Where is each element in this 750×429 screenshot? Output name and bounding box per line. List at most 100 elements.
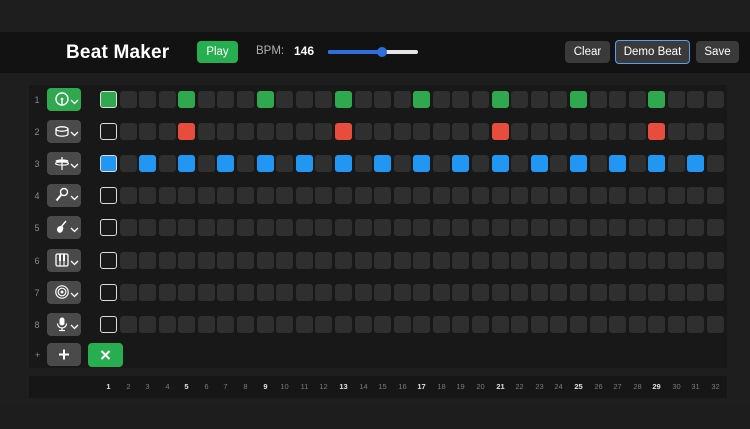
step-cell[interactable] — [472, 155, 489, 172]
step-cell[interactable] — [668, 284, 685, 301]
step-cell[interactable] — [100, 123, 117, 140]
step-cell[interactable] — [394, 219, 411, 236]
step-cell[interactable] — [120, 219, 137, 236]
step-cell[interactable] — [668, 155, 685, 172]
step-cell[interactable] — [472, 187, 489, 204]
step-cell[interactable] — [217, 123, 234, 140]
step-cell[interactable] — [531, 316, 548, 333]
step-cell[interactable] — [315, 252, 332, 269]
step-cell[interactable] — [707, 155, 724, 172]
step-cell[interactable] — [531, 123, 548, 140]
step-cell[interactable] — [355, 91, 372, 108]
step-cell[interactable] — [492, 123, 509, 140]
step-cell[interactable] — [296, 252, 313, 269]
step-cell[interactable] — [335, 187, 352, 204]
step-cell[interactable] — [433, 284, 450, 301]
step-cell[interactable] — [178, 91, 195, 108]
step-cell[interactable] — [178, 316, 195, 333]
step-cell[interactable] — [257, 284, 274, 301]
step-cell[interactable] — [452, 187, 469, 204]
step-cell[interactable] — [355, 252, 372, 269]
step-cell[interactable] — [159, 284, 176, 301]
step-cell[interactable] — [413, 219, 430, 236]
instrument-select-2[interactable] — [47, 120, 81, 143]
step-cell[interactable] — [335, 316, 352, 333]
step-cell[interactable] — [159, 91, 176, 108]
step-cell[interactable] — [433, 155, 450, 172]
instrument-select-7[interactable] — [47, 281, 81, 304]
instrument-select-1[interactable] — [47, 88, 81, 111]
step-cell[interactable] — [276, 123, 293, 140]
step-cell[interactable] — [198, 187, 215, 204]
step-cell[interactable] — [198, 155, 215, 172]
step-cell[interactable] — [355, 155, 372, 172]
step-cell[interactable] — [413, 91, 430, 108]
step-cell[interactable] — [237, 91, 254, 108]
step-cell[interactable] — [629, 219, 646, 236]
step-cell[interactable] — [335, 155, 352, 172]
step-cell[interactable] — [355, 219, 372, 236]
step-cell[interactable] — [452, 252, 469, 269]
step-cell[interactable] — [139, 155, 156, 172]
step-cell[interactable] — [237, 155, 254, 172]
step-cell[interactable] — [296, 187, 313, 204]
step-cell[interactable] — [433, 252, 450, 269]
step-cell[interactable] — [100, 284, 117, 301]
step-cell[interactable] — [178, 123, 195, 140]
step-cell[interactable] — [472, 219, 489, 236]
step-cell[interactable] — [257, 123, 274, 140]
step-cell[interactable] — [687, 316, 704, 333]
step-cell[interactable] — [276, 155, 293, 172]
step-cell[interactable] — [315, 187, 332, 204]
step-cell[interactable] — [374, 187, 391, 204]
step-cell[interactable] — [374, 155, 391, 172]
step-cell[interactable] — [707, 252, 724, 269]
step-cell[interactable] — [276, 187, 293, 204]
step-cell[interactable] — [570, 187, 587, 204]
step-cell[interactable] — [315, 316, 332, 333]
instrument-select-3[interactable] — [47, 152, 81, 175]
step-cell[interactable] — [511, 155, 528, 172]
step-cell[interactable] — [452, 123, 469, 140]
step-cell[interactable] — [374, 219, 391, 236]
step-cell[interactable] — [570, 219, 587, 236]
step-cell[interactable] — [257, 187, 274, 204]
step-cell[interactable] — [492, 284, 509, 301]
step-cell[interactable] — [609, 155, 626, 172]
step-cell[interactable] — [629, 91, 646, 108]
step-cell[interactable] — [492, 252, 509, 269]
step-cell[interactable] — [668, 91, 685, 108]
step-cell[interactable] — [648, 219, 665, 236]
step-cell[interactable] — [452, 91, 469, 108]
step-cell[interactable] — [139, 91, 156, 108]
step-cell[interactable] — [315, 91, 332, 108]
step-cell[interactable] — [178, 252, 195, 269]
step-cell[interactable] — [531, 284, 548, 301]
step-cell[interactable] — [100, 91, 117, 108]
step-cell[interactable] — [707, 187, 724, 204]
step-cell[interactable] — [648, 123, 665, 140]
step-cell[interactable] — [433, 219, 450, 236]
step-cell[interactable] — [120, 252, 137, 269]
step-cell[interactable] — [257, 252, 274, 269]
step-cell[interactable] — [237, 316, 254, 333]
step-cell[interactable] — [198, 284, 215, 301]
step-cell[interactable] — [648, 91, 665, 108]
instrument-select-5[interactable] — [47, 216, 81, 239]
step-cell[interactable] — [511, 316, 528, 333]
step-cell[interactable] — [394, 155, 411, 172]
tempo-slider[interactable] — [328, 47, 418, 57]
step-cell[interactable] — [433, 123, 450, 140]
step-cell[interactable] — [217, 284, 234, 301]
step-cell[interactable] — [413, 187, 430, 204]
step-cell[interactable] — [550, 91, 567, 108]
step-cell[interactable] — [609, 316, 626, 333]
step-cell[interactable] — [178, 284, 195, 301]
delete-track-button[interactable] — [88, 343, 123, 367]
step-cell[interactable] — [707, 91, 724, 108]
step-cell[interactable] — [668, 219, 685, 236]
step-cell[interactable] — [472, 284, 489, 301]
step-cell[interactable] — [648, 187, 665, 204]
step-cell[interactable] — [413, 316, 430, 333]
step-cell[interactable] — [315, 155, 332, 172]
